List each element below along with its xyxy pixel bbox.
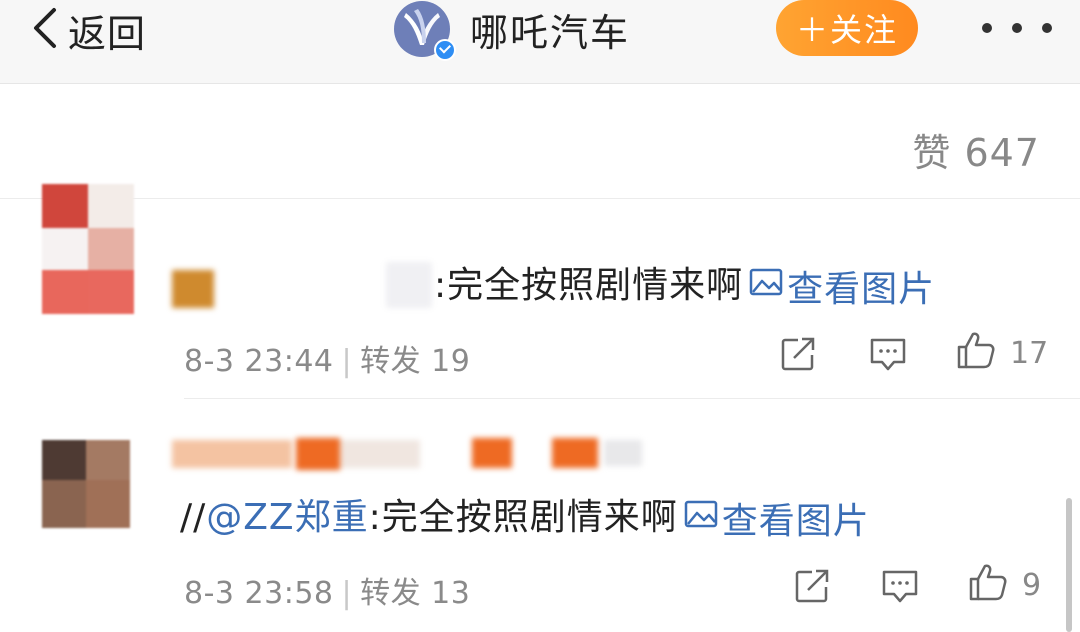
comment-icon[interactable] xyxy=(880,566,920,610)
divider xyxy=(0,198,1080,199)
repost-text: :完全按照剧情来啊 查看图片 xyxy=(434,256,935,312)
verified-badge-icon xyxy=(434,39,456,61)
comment-icon[interactable] xyxy=(868,334,908,378)
image-icon xyxy=(678,497,722,538)
top-nav-bar: 返回 哪吒汽车 ＋关注 xyxy=(0,0,1080,84)
share-icon[interactable] xyxy=(778,334,818,378)
more-dots-icon[interactable] xyxy=(982,20,1052,36)
follow-button[interactable]: ＋关注 xyxy=(776,0,918,56)
image-icon xyxy=(743,265,787,306)
scrollbar[interactable] xyxy=(1066,498,1072,632)
avatar[interactable] xyxy=(42,184,134,314)
blurred-username xyxy=(296,438,340,470)
share-icon[interactable] xyxy=(792,566,832,610)
repost-prefix: // xyxy=(180,497,207,538)
repost-meta: 8-3 23:58 | 转发 13 xyxy=(184,568,470,612)
meta-divider: | xyxy=(341,344,353,379)
post-like-count[interactable]: 赞 647 xyxy=(912,122,1040,177)
back-button[interactable]: 返回 xyxy=(30,6,146,56)
timestamp: 8-3 23:44 xyxy=(184,344,334,379)
blurred-username xyxy=(172,270,214,308)
nezha-logo[interactable] xyxy=(392,0,456,63)
view-image-link[interactable]: 查看图片 xyxy=(743,260,935,312)
view-image-label: 查看图片 xyxy=(721,500,870,542)
chevron-left-icon xyxy=(30,6,60,54)
repost-count[interactable]: 转发 19 xyxy=(360,344,470,379)
timestamp: 8-3 23:58 xyxy=(184,576,334,611)
blurred-username xyxy=(386,262,432,308)
view-image-label: 查看图片 xyxy=(787,268,936,310)
repost-body: :完全按照剧情来啊 xyxy=(434,265,744,306)
back-label: 返回 xyxy=(68,11,147,56)
view-image-link[interactable]: 查看图片 xyxy=(678,492,870,544)
blurred-username xyxy=(172,438,642,470)
repost-body: :完全按照剧情来啊 xyxy=(368,497,678,538)
account-header[interactable]: 哪吒汽车 xyxy=(392,0,631,61)
avatar[interactable] xyxy=(42,440,130,528)
like-count: 17 xyxy=(1010,336,1049,371)
like-count: 9 xyxy=(1022,568,1042,603)
account-name: 哪吒汽车 xyxy=(470,10,631,55)
mention-link[interactable]: @ZZ郑重 xyxy=(206,497,368,538)
repost-text: //@ZZ郑重:完全按照剧情来啊 查看图片 xyxy=(180,488,870,544)
thumbs-up-icon[interactable] xyxy=(956,330,996,374)
repost-meta: 8-3 23:44 | 转发 19 xyxy=(184,336,470,380)
repost-count[interactable]: 转发 13 xyxy=(360,576,470,611)
thumbs-up-icon[interactable] xyxy=(968,562,1008,606)
meta-divider: | xyxy=(341,576,353,611)
divider xyxy=(184,398,1080,399)
